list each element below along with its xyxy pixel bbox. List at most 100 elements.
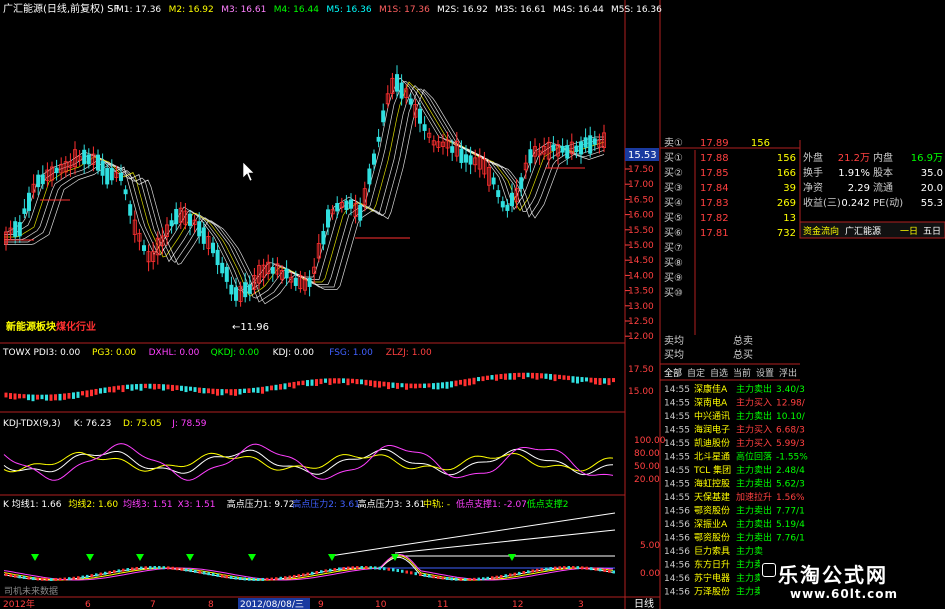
ind1-block — [477, 377, 480, 382]
ind1-block — [373, 380, 377, 388]
ind3-dot — [486, 576, 489, 580]
ind3-dot — [176, 567, 179, 571]
stock-chart-canvas[interactable]: 广汇能源(日线,前复权) SF M1: 17.36 M2: 16.92 M3: 16… — [0, 0, 945, 609]
ind3-dot — [158, 566, 161, 570]
ma-label-3: M4: 16.44 — [274, 5, 319, 15]
tick-stock[interactable]: 中兴通讯 — [694, 410, 730, 422]
buy-row-price[interactable]: 17.82 — [700, 213, 729, 224]
capital-flow-tab-5d[interactable]: 五日 — [923, 226, 941, 237]
candle-body — [592, 138, 597, 145]
candle-body — [233, 287, 238, 301]
tick-stock[interactable]: 深康佳A — [694, 383, 728, 395]
ind1-block — [139, 383, 143, 391]
ma-band-line — [4, 81, 604, 296]
candle-body — [247, 284, 252, 294]
ind1-block — [166, 384, 170, 390]
tick-stock[interactable]: 深南电A — [694, 397, 728, 409]
tick-time: 14:56 — [664, 507, 690, 517]
tick-action: 主力卖出 — [736, 383, 772, 395]
radar-tab[interactable]: 自定 — [687, 367, 705, 379]
buy-row-price[interactable]: 17.81 — [700, 228, 729, 239]
ind3-dot — [531, 569, 534, 573]
ind1-block — [99, 388, 102, 394]
ind3-dot — [77, 576, 80, 580]
x-tick-label: 3 — [578, 600, 584, 609]
tick-stock[interactable]: TCL 集团 — [693, 464, 731, 476]
tick-stock[interactable]: 深振业A — [694, 518, 728, 530]
ind3-dot — [135, 566, 138, 570]
industry-badge: 煤化行业 — [56, 320, 96, 333]
candle-body — [325, 209, 330, 228]
tick-stock[interactable]: 海润电子 — [694, 424, 730, 436]
radar-tab[interactable]: 浮出 — [779, 367, 797, 379]
tick-stock[interactable]: 海虹控股 — [694, 478, 730, 490]
ind3-dot — [225, 575, 228, 579]
ind1-block — [526, 372, 530, 378]
ind3-dot — [383, 567, 386, 571]
ind1-block — [576, 376, 579, 384]
indicator1-axis: 17.50 15.00 — [628, 365, 654, 397]
tick-stock[interactable]: 巨力索具 — [694, 545, 730, 557]
ind1-block — [454, 380, 458, 387]
tick-stock[interactable]: 苏宁电器 — [694, 572, 730, 584]
y-tick-label: 16.00 — [628, 211, 654, 221]
main-y-axis: 17.50 17.00 16.50 16.00 15.50 15.00 14.50 14.00… — [625, 165, 654, 342]
buy-row-vol: 269 — [777, 198, 796, 209]
tick-time: 14:55 — [664, 493, 690, 503]
ind3-dot — [144, 566, 147, 570]
ma-label-1: M2: 16.92 — [169, 5, 214, 15]
ind1-block — [256, 387, 260, 393]
tick-stock[interactable]: 东方日升 — [694, 559, 730, 571]
tick-stock[interactable]: 凯迪股份 — [694, 437, 730, 449]
ind3-dot — [5, 573, 8, 577]
ind3-dot — [342, 567, 345, 571]
candle-body — [243, 282, 248, 298]
ind3-dot — [374, 566, 377, 570]
indicator3-labels: K 均线1: 1.66 均线2: 1.60 均线3: 1.51 X3: 1.51 高点压… — [3, 498, 569, 510]
buy-row-price[interactable]: 17.85 — [700, 168, 729, 179]
ind3-dot — [279, 576, 282, 580]
tick-stock[interactable]: 万泽股份 — [694, 586, 730, 598]
tick-stock[interactable]: 北斗星通 — [694, 452, 730, 463]
ind1-block — [252, 387, 255, 393]
stat-label: PE(动) — [873, 197, 903, 209]
ind2-label-0: KDJ-TDX(9,3) — [3, 419, 61, 429]
ind1-block — [36, 394, 39, 400]
candle-body — [54, 167, 59, 174]
ind3-dot — [450, 577, 453, 581]
watermark-title: 乐淘公式网 — [778, 563, 888, 587]
ind1-block — [18, 393, 21, 399]
ind1-block — [355, 379, 359, 385]
ind3-dot — [171, 566, 174, 570]
capital-flow-tab-1d[interactable]: 一日 — [900, 226, 918, 237]
radar-tab[interactable]: 自选 — [710, 367, 728, 379]
ind1-block — [499, 373, 503, 380]
tick-stock[interactable]: 天保基建 — [694, 491, 730, 503]
radar-tab[interactable]: 当前 — [733, 367, 751, 379]
candle-body — [128, 204, 133, 216]
tick-time: 14:55 — [664, 385, 690, 395]
candle-body — [496, 190, 501, 198]
ind1-block — [517, 372, 521, 378]
buy-row-price[interactable]: 17.84 — [700, 183, 729, 194]
candle-body — [367, 168, 372, 185]
ind1-block — [603, 378, 606, 384]
ind3-dot — [369, 566, 372, 570]
buy-row-price[interactable]: 17.83 — [700, 198, 729, 209]
ind3-dot — [221, 574, 224, 578]
radar-tab[interactable]: 设置 — [756, 368, 774, 379]
tick-time: 14:56 — [664, 588, 690, 598]
ind1-block — [481, 376, 485, 382]
ind1-block — [49, 394, 53, 401]
ind1-block — [220, 389, 224, 396]
candle-body — [528, 149, 533, 164]
radar-tab[interactable]: 全部 — [664, 367, 682, 379]
indicator2-axis: 100.00 80.00 50.00 20.00 — [634, 436, 666, 485]
tick-value: 5.62/3 — [776, 480, 805, 490]
ind2-y-tick: 80.00 — [634, 449, 660, 459]
tick-stock[interactable]: 鄂资股份 — [694, 505, 730, 517]
tick-stock[interactable]: 鄂资股份 — [694, 532, 730, 544]
avg-label: 卖均 — [664, 335, 684, 347]
period-label[interactable]: 日线 — [634, 597, 654, 609]
buy-row-price[interactable]: 17.88 — [700, 153, 729, 164]
